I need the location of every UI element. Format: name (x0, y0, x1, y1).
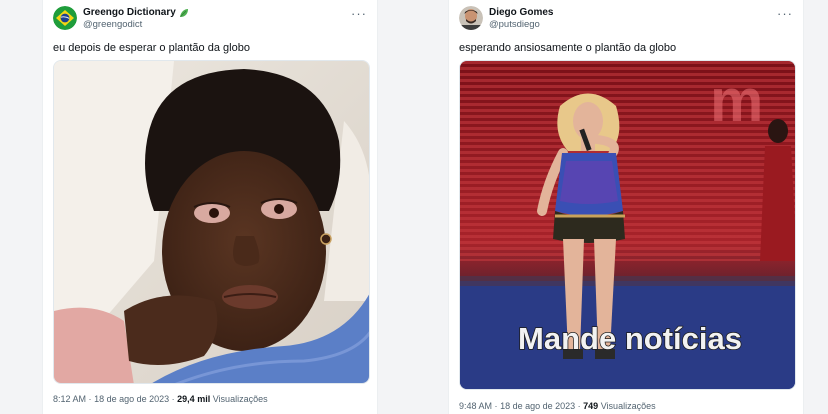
svg-text:m: m (710, 67, 763, 134)
video-caption: Mande notícias (518, 321, 742, 356)
user-handle[interactable]: @putsdiego (489, 19, 553, 31)
tweet-header: Diego Gomes @putsdiego ··· (459, 6, 793, 34)
display-name[interactable]: Diego Gomes (489, 7, 553, 19)
more-options-icon[interactable]: ··· (351, 6, 367, 21)
more-options-icon[interactable]: ··· (777, 6, 793, 21)
tweet-header: Greengo Dictionary @greengodict ··· (53, 6, 367, 34)
woman-in-bed-photo (54, 61, 369, 383)
tv-show-gif: m Mande notícias (460, 61, 795, 389)
tweet-time[interactable]: 9:48 AM (459, 401, 492, 411)
avatar[interactable] (459, 6, 483, 30)
brazil-flag-avatar-icon (53, 6, 77, 30)
tweet-text: esperando ansiosamente o plantão da glob… (459, 42, 677, 54)
tweet-date[interactable]: 18 de ago de 2023 (94, 394, 169, 404)
views-label: Visualizações (212, 394, 268, 404)
user-handle[interactable]: @greengodict (83, 19, 189, 31)
tweet-time[interactable]: 8:12 AM (53, 394, 86, 404)
tweet-text: eu depois de esperar o plantão da globo (53, 42, 250, 54)
tweet-meta: 9:48 AM · 18 de ago de 2023 · 749 Visual… (459, 401, 656, 411)
avatar[interactable] (53, 6, 77, 30)
tweet-card: Diego Gomes @putsdiego ··· esperando ans… (448, 0, 804, 414)
view-count: 749 (583, 401, 599, 411)
leaf-icon (179, 9, 188, 17)
tweet-card: Greengo Dictionary @greengodict ··· eu d… (42, 0, 378, 414)
views-label: Visualizações (600, 401, 656, 411)
tweet-meta: 8:12 AM · 18 de ago de 2023 · 29,4 mil V… (53, 394, 268, 404)
user-photo-avatar-icon (459, 6, 483, 30)
tweet-video[interactable]: m Mande notícias (459, 60, 796, 390)
display-name[interactable]: Greengo Dictionary (83, 7, 189, 19)
tweet-image[interactable] (53, 60, 370, 384)
tweet-date[interactable]: 18 de ago de 2023 (500, 401, 575, 411)
view-count: 29,4 mil (177, 394, 211, 404)
